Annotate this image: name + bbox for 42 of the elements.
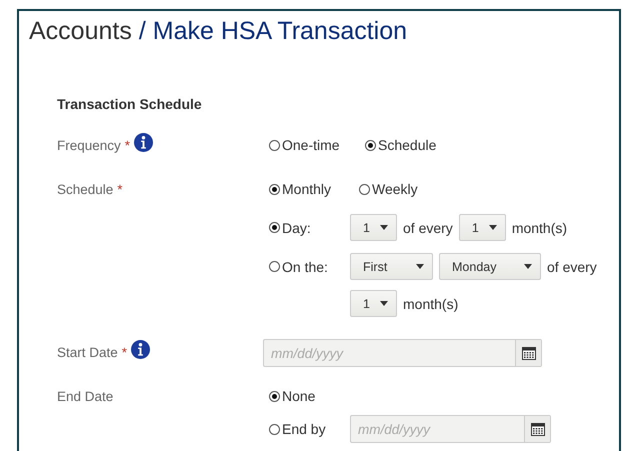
dropdown[interactable]: 1 xyxy=(350,290,397,317)
unit-text: month(s) xyxy=(512,220,568,236)
radio-option[interactable]: One-time xyxy=(269,137,349,153)
caret-icon xyxy=(380,225,388,230)
unit-text: month(s) xyxy=(403,296,458,312)
required-mark: * xyxy=(117,182,123,196)
radio-option[interactable]: Schedule xyxy=(365,137,436,153)
date-input[interactable]: mm/dd/yyyy xyxy=(264,340,515,366)
dropdown[interactable]: 1 xyxy=(350,214,397,241)
calendar-button[interactable] xyxy=(515,340,541,366)
date-field[interactable]: mm/dd/yyyy xyxy=(350,415,551,443)
dropdown[interactable]: 1 xyxy=(458,214,506,241)
radio-option[interactable]: Monthly xyxy=(269,181,343,197)
date-input[interactable]: mm/dd/yyyy xyxy=(351,416,524,442)
radio-option[interactable]: Weekly xyxy=(359,181,418,197)
caret-icon xyxy=(416,264,424,269)
field-label: End Date xyxy=(57,388,114,404)
date-field[interactable]: mm/dd/yyyy xyxy=(263,339,542,367)
info-icon[interactable] xyxy=(131,340,150,358)
field-label: Schedule xyxy=(57,182,114,196)
required-mark: * xyxy=(122,344,128,360)
calendar-icon xyxy=(530,422,544,436)
of-every-text: of every xyxy=(403,220,453,236)
caret-icon xyxy=(488,225,497,230)
caret-icon xyxy=(380,301,388,306)
radio-option[interactable]: End by xyxy=(269,421,334,437)
breadcrumb-link[interactable]: Accounts xyxy=(29,14,132,48)
dropdown[interactable]: Monday xyxy=(439,253,541,280)
radio-option[interactable]: Day: xyxy=(269,220,334,236)
field-label: Start Date xyxy=(57,344,118,360)
of-every-text: of every xyxy=(547,258,597,274)
calendar-button[interactable] xyxy=(524,416,550,442)
dropdown[interactable]: First xyxy=(350,253,433,280)
section-title: Transaction Schedule xyxy=(57,96,203,112)
page-title: / Make HSA Transaction xyxy=(138,16,408,47)
radio-option[interactable]: On the: xyxy=(269,258,334,274)
caret-icon xyxy=(524,264,532,269)
radio-option[interactable]: None xyxy=(269,388,316,404)
info-icon[interactable] xyxy=(134,132,154,152)
calendar-icon xyxy=(522,346,536,360)
field-label: Frequency xyxy=(57,138,121,152)
required-mark: * xyxy=(124,138,130,152)
